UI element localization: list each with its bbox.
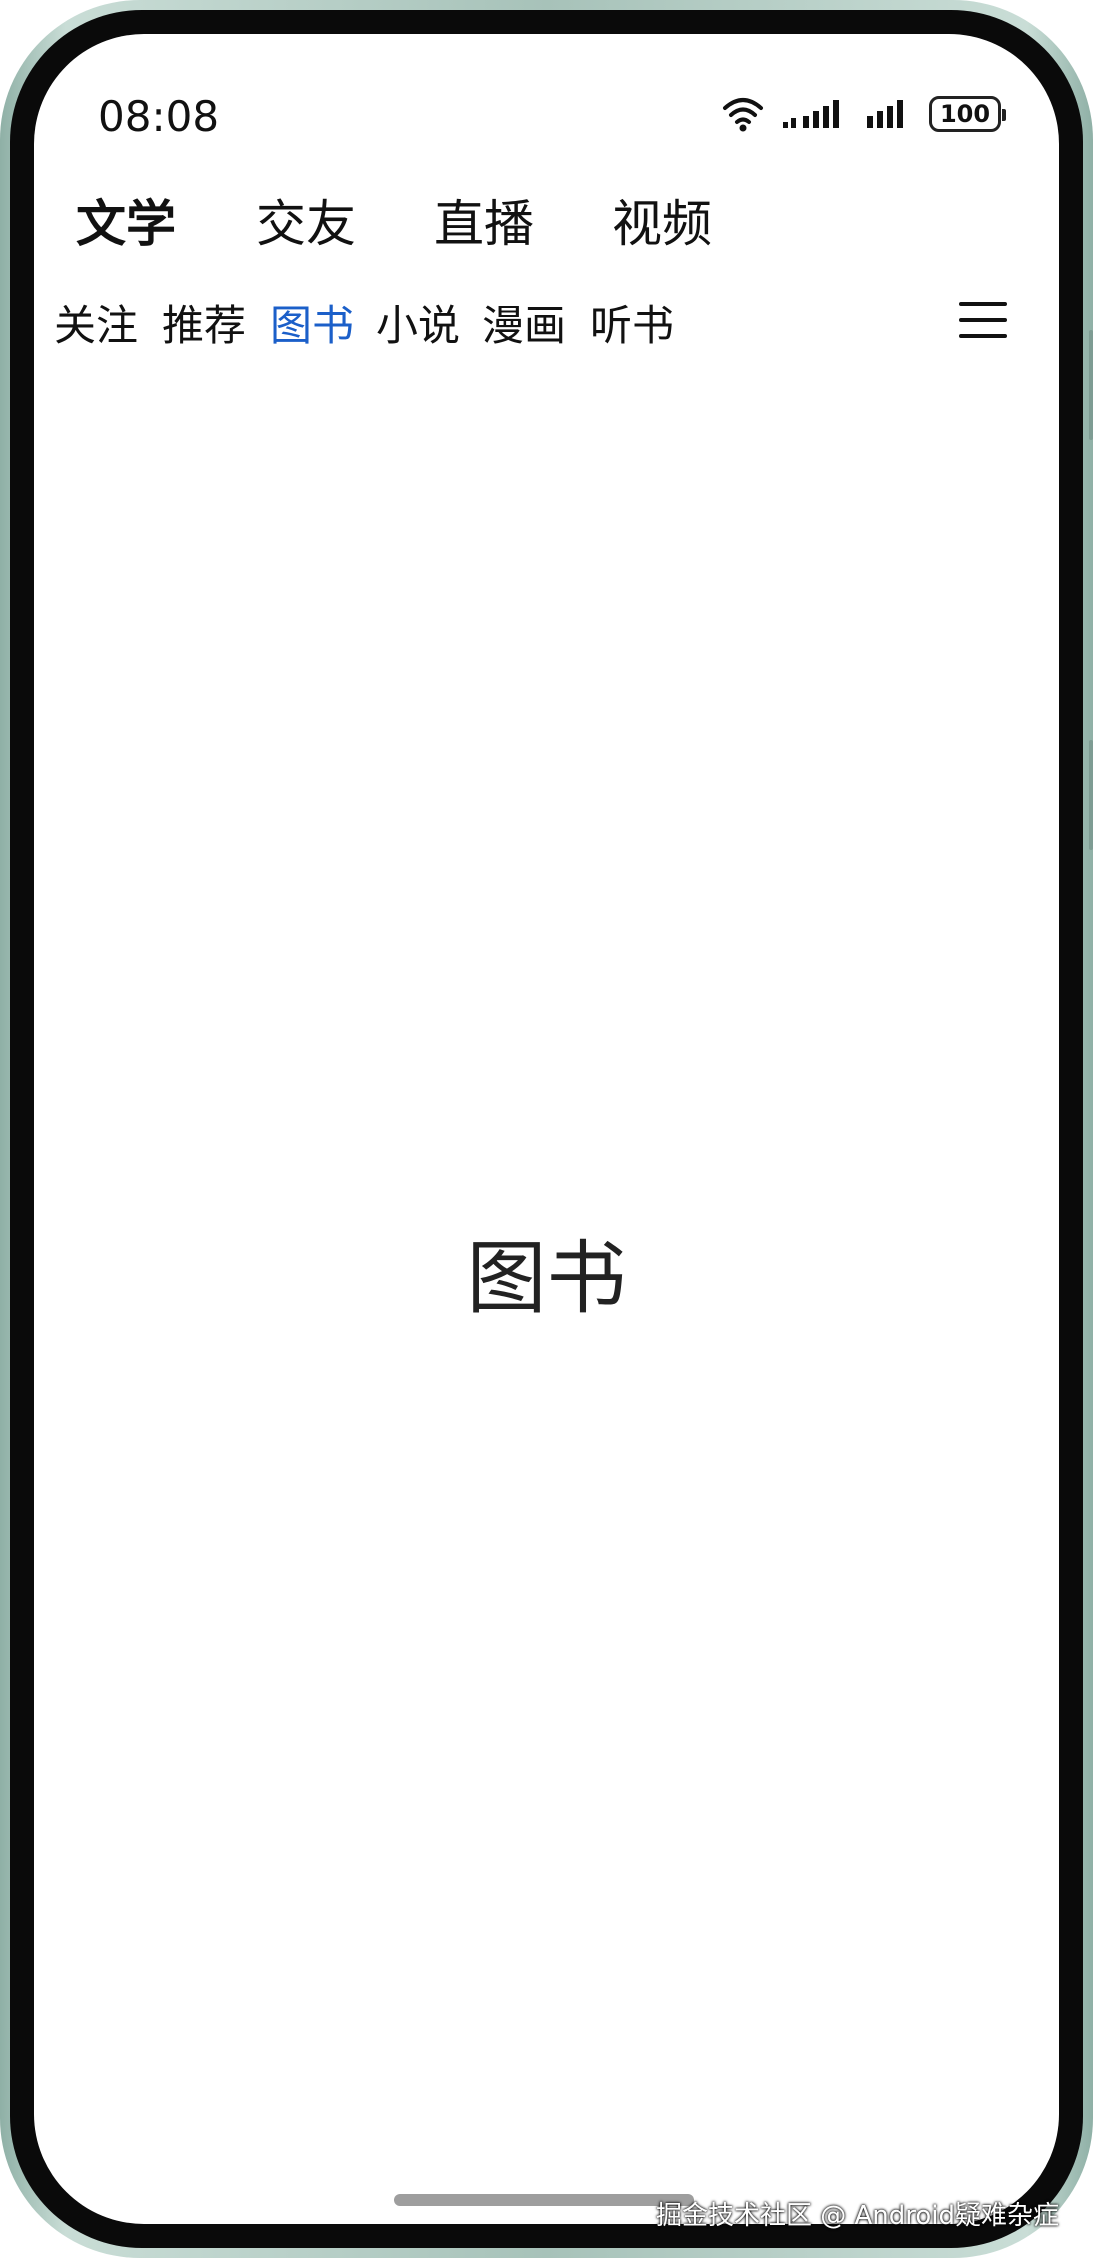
status-icons: 100 (721, 96, 1006, 132)
screen: 08:08 100 文学 交友 直播 视频 关注 推荐 图书 小说 漫画 听书 … (34, 34, 1059, 2224)
device-frame: 08:08 100 文学 交友 直播 视频 关注 推荐 图书 小说 漫画 听书 … (0, 0, 1093, 2258)
watermark: 掘金技术社区 @ Android疑难杂症 (655, 2201, 1059, 2231)
power-button (1089, 740, 1093, 850)
sub-tab-books[interactable]: 图书 (270, 292, 354, 353)
top-tab-literature[interactable]: 文学 (76, 184, 176, 256)
top-tab-bar: 文学 交友 直播 视频 (34, 184, 1059, 264)
page-content-title: 图书 (466, 1232, 627, 1325)
top-tab-live[interactable]: 直播 (434, 184, 534, 256)
wifi-icon (723, 98, 763, 132)
status-time: 08:08 (98, 92, 220, 141)
sub-tab-audiobooks[interactable]: 听书 (590, 292, 674, 353)
top-tab-dating[interactable]: 交友 (256, 184, 356, 256)
signal-icon (783, 100, 839, 128)
battery-icon: 100 (929, 96, 1006, 132)
sub-tab-follow[interactable]: 关注 (54, 292, 138, 353)
sub-tab-comics[interactable]: 漫画 (482, 292, 566, 353)
signal-icon (867, 100, 903, 128)
battery-level: 100 (939, 100, 991, 128)
menu-icon[interactable] (959, 300, 1007, 340)
status-bar: 08:08 100 (34, 34, 1059, 154)
sub-tab-scroller[interactable]: 关注 推荐 图书 小说 漫画 听书 (34, 292, 906, 362)
volume-button (1089, 330, 1093, 440)
top-tab-video[interactable]: 视频 (612, 184, 712, 256)
sub-tab-bar: 关注 推荐 图书 小说 漫画 听书 (34, 292, 1059, 362)
sub-tab-novels[interactable]: 小说 (376, 292, 460, 353)
sub-tab-recommend[interactable]: 推荐 (162, 292, 246, 353)
home-indicator[interactable] (394, 2194, 694, 2206)
